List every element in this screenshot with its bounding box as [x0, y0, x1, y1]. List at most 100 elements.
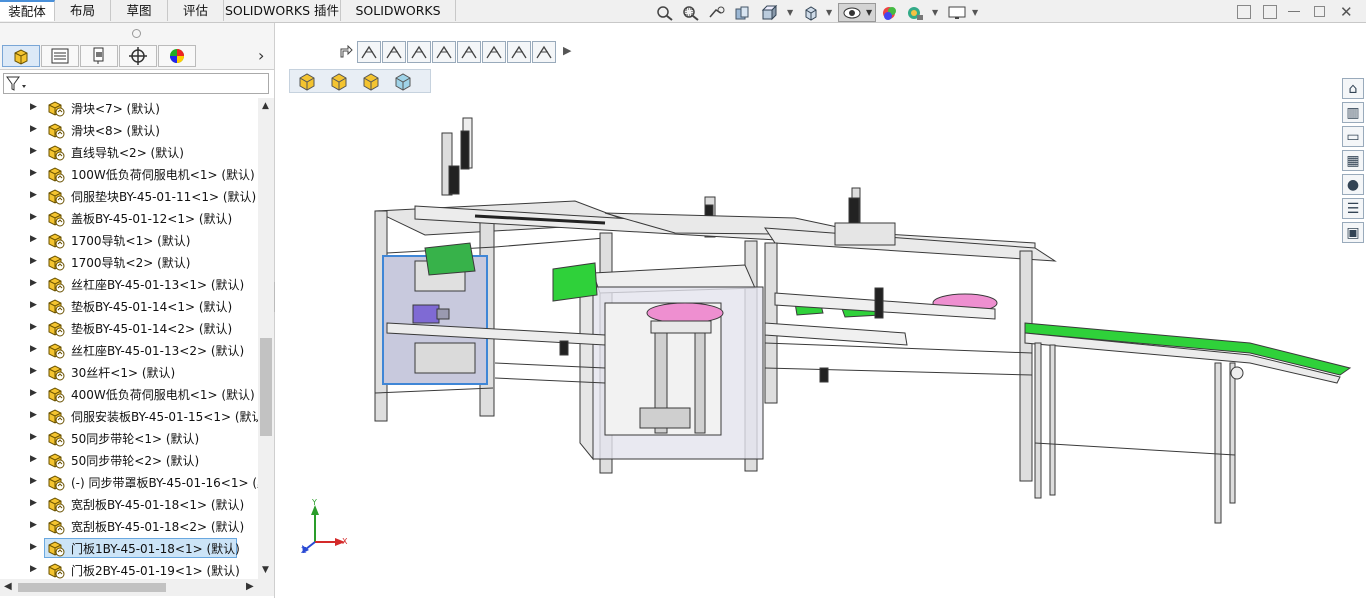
tab-sketch[interactable]: 草图 — [111, 0, 168, 21]
expand-arrow-icon[interactable]: ▶ — [30, 300, 37, 310]
design-library-icon[interactable]: ▥ — [1342, 102, 1364, 123]
expand-arrow-icon[interactable]: ▶ — [30, 564, 37, 574]
tree-item-label: (-) 同步带罩板BY-45-01-16<1> (默 — [71, 476, 258, 490]
previous-view-icon[interactable] — [707, 5, 725, 21]
edit-appearance-icon[interactable] — [881, 5, 899, 21]
chevron-right-icon[interactable]: › — [258, 46, 264, 65]
scroll-down-icon[interactable]: ▼ — [262, 565, 269, 575]
tree-item[interactable]: ▶ 伺服垫块BY-45-01-11<1> (默认) — [0, 185, 258, 207]
featuremanager-tab[interactable] — [2, 45, 40, 67]
tree-item[interactable]: ▶ 100W低负荷伺服电机<1> (默认) — [0, 163, 258, 185]
part-icon — [48, 365, 65, 381]
expand-arrow-icon[interactable]: ▶ — [30, 432, 37, 442]
section-view-icon[interactable] — [733, 5, 751, 21]
tree-item[interactable]: ▶ 垫板BY-45-01-14<2> (默认) — [0, 317, 258, 339]
tree-item[interactable]: ▶ 门板2BY-45-01-19<1> (默认) — [0, 559, 258, 579]
expand-arrow-icon[interactable]: ▶ — [30, 520, 37, 530]
home-icon[interactable]: ⌂ — [1342, 78, 1364, 99]
dimxpert-icon — [129, 47, 147, 65]
scrollbar-thumb[interactable] — [260, 338, 272, 436]
scroll-right-icon[interactable]: ▶ — [246, 581, 254, 592]
custom-properties-icon[interactable]: ☰ — [1342, 198, 1364, 219]
display-style-icon[interactable] — [802, 5, 820, 21]
expand-arrow-icon[interactable]: ▶ — [30, 102, 37, 112]
tree-item[interactable]: ▶ 宽刮板BY-45-01-18<1> (默认) — [0, 493, 258, 515]
minimize-icon[interactable] — [1288, 11, 1300, 12]
chevron-down-icon[interactable]: ▼ — [972, 8, 978, 17]
expand-arrow-icon[interactable]: ▶ — [30, 498, 37, 508]
graphics-area[interactable]: ▶ Y X Z ⌂ ▥ ▭ ▦ ● ☰ ▣ — [275, 23, 1366, 598]
expand-arrow-icon[interactable]: ▶ — [30, 146, 37, 156]
expand-arrow-icon[interactable]: ▶ — [30, 344, 37, 354]
expand-arrow-icon[interactable]: ▶ — [30, 256, 37, 266]
hide-show-button[interactable]: ▼ — [838, 3, 876, 22]
tab-evaluate[interactable]: 评估 — [168, 0, 224, 21]
tree-item[interactable]: ▶ 宽刮板BY-45-01-18<2> (默认) — [0, 515, 258, 537]
tree-item[interactable]: ▶ 盖板BY-45-01-12<1> (默认) — [0, 207, 258, 229]
zoom-to-fit-icon[interactable] — [656, 5, 674, 21]
propertymanager-tab[interactable] — [41, 45, 79, 67]
tab-assembly[interactable]: 装配体 — [0, 0, 55, 21]
tab-mbd[interactable]: SOLIDWORKS MBD — [341, 0, 456, 39]
dimxpert-tab[interactable] — [119, 45, 157, 67]
configurationmanager-tab[interactable] — [80, 45, 118, 67]
expand-arrow-icon[interactable]: ▶ — [30, 168, 37, 178]
tree-item[interactable]: ▶ 直线导轨<2> (默认) — [0, 141, 258, 163]
displaymanager-tab[interactable] — [158, 45, 196, 67]
tree-horizontal-scrollbar[interactable]: ◀ ▶ — [0, 579, 274, 596]
restore-icon[interactable] — [1314, 6, 1325, 17]
tree-vertical-scrollbar[interactable]: ▲ ▼ — [258, 98, 274, 579]
expand-arrow-icon[interactable]: ▶ — [30, 278, 37, 288]
tree-item[interactable]: ▶ 滑块<8> (默认) — [0, 119, 258, 141]
forum-icon[interactable]: ▣ — [1342, 222, 1364, 243]
expand-arrow-icon[interactable]: ▶ — [30, 190, 37, 200]
zoom-area-icon[interactable] — [682, 5, 700, 21]
chevron-down-icon[interactable]: ▼ — [826, 8, 832, 17]
view-palette-icon[interactable]: ▦ — [1342, 150, 1364, 171]
apply-scene-icon[interactable] — [906, 5, 924, 21]
filter-input[interactable] — [3, 73, 269, 94]
view-settings-icon[interactable] — [948, 5, 966, 21]
tree-item[interactable]: ▶ 垫板BY-45-01-14<1> (默认) — [0, 295, 258, 317]
chevron-down-icon[interactable]: ▼ — [932, 8, 938, 17]
pin-icon[interactable] — [132, 29, 141, 38]
tab-addins[interactable]: SOLIDWORKS 插件 — [224, 0, 341, 21]
appearances-icon[interactable]: ● — [1342, 174, 1364, 195]
tree-item[interactable]: ▶ (-) 同步带罩板BY-45-01-16<1> (默 — [0, 471, 258, 493]
scrollbar-thumb[interactable] — [18, 583, 166, 592]
tree-item-label: 丝杠座BY-45-01-13<2> (默认) — [71, 344, 245, 358]
expand-arrow-icon[interactable]: ▶ — [30, 542, 37, 552]
tree-item[interactable]: ▶ 丝杠座BY-45-01-13<1> (默认) — [0, 273, 258, 295]
expand-arrow-icon[interactable]: ▶ — [30, 410, 37, 420]
tree-item[interactable]: ▶ 1700导轨<1> (默认) — [0, 229, 258, 251]
tree-item[interactable]: ▶ 丝杠座BY-45-01-13<2> (默认) — [0, 339, 258, 361]
tree-item-label: 盖板BY-45-01-12<1> (默认) — [71, 212, 233, 226]
view-orientation-icon[interactable] — [760, 5, 778, 21]
expand-arrow-icon[interactable]: ▶ — [30, 124, 37, 134]
expand-arrow-icon[interactable]: ▶ — [30, 388, 37, 398]
tree-item[interactable]: ▶ 50同步带轮<1> (默认) — [0, 427, 258, 449]
expand-arrow-icon[interactable]: ▶ — [30, 212, 37, 222]
scroll-up-icon[interactable]: ▲ — [262, 101, 269, 111]
expand-arrow-icon[interactable]: ▶ — [30, 322, 37, 332]
tree-item[interactable]: ▶ 30丝杆<1> (默认) — [0, 361, 258, 383]
tree-item[interactable]: ▶ 1700导轨<2> (默认) — [0, 251, 258, 273]
tab-layout[interactable]: 布局 — [55, 0, 111, 21]
tree-item[interactable]: ▶ 滑块<7> (默认) — [0, 98, 258, 119]
collapse-panel-icon[interactable] — [1237, 5, 1251, 19]
expand-arrow-icon[interactable]: ▶ — [30, 366, 37, 376]
chevron-down-icon[interactable]: ▼ — [787, 8, 793, 17]
expand-panel-icon[interactable] — [1263, 5, 1277, 19]
close-icon[interactable]: ✕ — [1340, 3, 1353, 21]
expand-arrow-icon[interactable]: ▶ — [30, 234, 37, 244]
scroll-left-icon[interactable]: ◀ — [4, 581, 12, 592]
tree-item-label: 直线导轨<2> (默认) — [71, 146, 184, 160]
expand-arrow-icon[interactable]: ▶ — [30, 476, 37, 486]
file-explorer-icon[interactable]: ▭ — [1342, 126, 1364, 147]
expand-arrow-icon[interactable]: ▶ — [30, 454, 37, 464]
tree-item[interactable]: ▶ 50同步带轮<2> (默认) — [0, 449, 258, 471]
tree-item[interactable]: ▶ 伺服安装板BY-45-01-15<1> (默认 — [0, 405, 258, 427]
assembly-model-view[interactable] — [275, 23, 1366, 598]
tree-item[interactable]: ▶ 400W低负荷伺服电机<1> (默认) — [0, 383, 258, 405]
tree-item[interactable]: ▶ 门板1BY-45-01-18<1> (默认) — [0, 537, 258, 559]
